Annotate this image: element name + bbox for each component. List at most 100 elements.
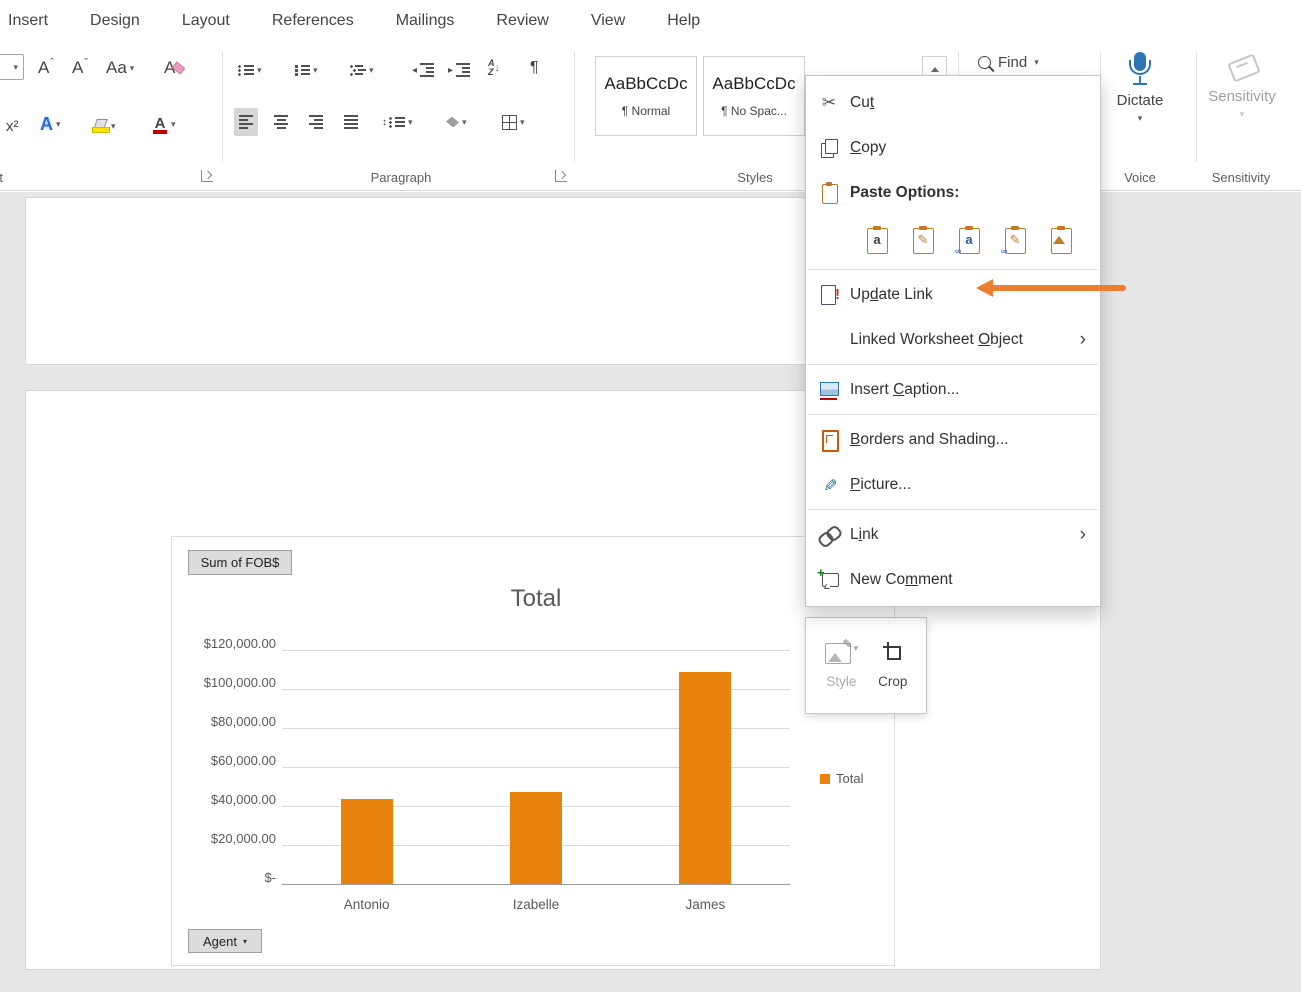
pivot-field-button[interactable]: Sum of FOB$ <box>188 550 292 575</box>
show-paragraph-marks-button[interactable]: ¶ <box>526 54 543 82</box>
style-card-normal[interactable]: AaBbCcDc ¶ Normal <box>595 56 697 136</box>
menu-separator <box>808 509 1098 510</box>
x-axis-line <box>282 884 790 885</box>
increase-indent-icon <box>455 63 471 77</box>
tab-mailings[interactable]: Mailings <box>375 0 476 42</box>
sensitivity-button[interactable]: Sensitivity ▾ <box>1204 52 1280 120</box>
paragraph-dialog-launcher[interactable] <box>555 170 567 182</box>
find-button[interactable]: Find ▾ <box>978 54 1039 71</box>
y-axis-tick-label: $40,000.00 <box>172 792 276 807</box>
decrease-indent-icon <box>419 63 435 77</box>
bar-james <box>679 672 731 884</box>
borders-button[interactable] <box>498 108 529 136</box>
pivot-axis-label: Agent <box>203 934 237 949</box>
font-dialog-launcher[interactable] <box>201 170 213 182</box>
menu-item-link[interactable]: Link <box>806 512 1100 557</box>
align-right-button[interactable] <box>304 108 328 136</box>
paste-option-keep-source-formatting[interactable]: a <box>862 224 892 258</box>
align-left-icon <box>238 115 254 129</box>
crop-button[interactable]: Crop <box>872 634 913 697</box>
menu-separator <box>808 364 1098 365</box>
paste-option-picture[interactable] <box>1046 224 1076 258</box>
linked-chart-object[interactable]: Sum of FOB$ Total $120,000.00$100,000.00… <box>171 536 895 966</box>
y-axis-tick-label: $80,000.00 <box>172 714 276 729</box>
tab-review[interactable]: Review <box>475 0 569 42</box>
borders-icon <box>818 429 840 451</box>
menu-item-label: Borders and Shading... <box>850 431 1009 449</box>
menu-item-cut[interactable]: Cut <box>806 80 1100 125</box>
multilevel-list-icon <box>350 63 366 77</box>
align-center-icon <box>273 115 289 129</box>
tab-references[interactable]: References <box>251 0 375 42</box>
change-case-button[interactable]: Aa <box>102 54 138 82</box>
bar-izabelle <box>510 792 562 884</box>
numbered-list-icon <box>294 63 310 77</box>
align-center-button[interactable] <box>269 108 293 136</box>
bar-antonio <box>341 799 393 884</box>
y-axis-tick-label: $20,000.00 <box>172 831 276 846</box>
paste-option-link-and-use-destination-styles[interactable]: ✎∞ <box>1000 224 1030 258</box>
menu-item-linked-worksheet-object[interactable]: Linked Worksheet Object <box>806 317 1100 362</box>
pivot-axis-button[interactable]: Agent▾ <box>188 929 262 953</box>
menu-item-picture[interactable]: Picture... <box>806 462 1100 507</box>
empty-icon <box>818 329 840 351</box>
shrink-font-button[interactable]: Aˇ <box>68 54 92 82</box>
menu-item-insert-caption[interactable]: Insert Caption... <box>806 367 1100 412</box>
menu-item-new-comment[interactable]: New Comment <box>806 557 1100 602</box>
text-effects-button[interactable]: A <box>36 110 65 138</box>
tab-help[interactable]: Help <box>646 0 721 42</box>
picture-pencil-icon <box>818 474 840 496</box>
style-card-no-spacing[interactable]: AaBbCcDc ¶ No Spac... <box>703 56 805 136</box>
highlight-color-button[interactable] <box>88 112 120 140</box>
menu-item-label: Cut <box>850 94 874 112</box>
menu-item-label: Insert Caption... <box>850 381 959 399</box>
x-axis: AntonioIzabelleJames <box>282 897 790 917</box>
document-area: Sum of FOB$ Total $120,000.00$100,000.00… <box>0 192 1301 992</box>
style-label: Style <box>826 674 856 689</box>
sensitivity-icon <box>1227 52 1257 84</box>
decrease-indent-button[interactable]: ◂ <box>408 56 439 84</box>
word-window: InsertDesignLayoutReferencesMailingsRevi… <box>0 0 1301 992</box>
menu-item-copy[interactable]: Copy <box>806 125 1100 170</box>
font-group-label: Font <box>0 170 3 185</box>
increase-indent-button[interactable]: ▸ <box>444 56 475 84</box>
font-size-combo[interactable] <box>0 54 24 80</box>
microphone-icon <box>1127 52 1153 88</box>
grow-font-glyph: A <box>38 58 49 78</box>
paste-option-merge-formatting[interactable]: ✎ <box>908 224 938 258</box>
align-left-button[interactable] <box>234 108 258 136</box>
line-spacing-icon <box>389 115 405 129</box>
align-right-icon <box>308 115 324 129</box>
legend-swatch <box>820 774 830 784</box>
menu-item-update-link[interactable]: Update Link <box>806 272 1100 317</box>
tab-layout[interactable]: Layout <box>161 0 251 42</box>
tab-view[interactable]: View <box>570 0 646 42</box>
tab-insert[interactable]: Insert <box>8 0 69 42</box>
bullets-button[interactable] <box>234 56 266 84</box>
clear-formatting-button[interactable]: A <box>160 54 179 82</box>
line-spacing-button[interactable]: ↕ <box>378 108 417 136</box>
plot-area <box>282 650 790 884</box>
shading-button[interactable] <box>442 108 471 136</box>
clipboard-icon <box>818 182 840 204</box>
style-button[interactable]: ▾ Style <box>819 635 865 697</box>
numbering-button[interactable] <box>290 56 322 84</box>
justify-button[interactable] <box>339 108 363 136</box>
dictate-button[interactable]: Dictate ▾ <box>1108 52 1172 124</box>
font-color-button[interactable]: A <box>148 110 180 138</box>
sort-button[interactable]: AZ↓ <box>484 54 506 82</box>
y-axis-tick-label: $60,000.00 <box>172 753 276 768</box>
grow-font-button[interactable]: Aˆ <box>34 54 58 82</box>
ribbon: Aˆ Aˇ Aa A x² A A Font ◂ ▸ AZ↓ ¶ ↕ Pa <box>0 42 1301 191</box>
superscript-button[interactable]: x² <box>2 112 23 140</box>
new-comment-icon <box>818 569 840 591</box>
tab-design[interactable]: Design <box>69 0 161 42</box>
menu-item-label: Linked Worksheet Object <box>850 331 1023 349</box>
voice-group-label: Voice <box>1124 170 1156 185</box>
x-axis-category-label: Izabelle <box>513 897 560 912</box>
picture-mini-toolbar: ▾ Style Crop <box>805 617 927 714</box>
menu-item-borders-and-shading[interactable]: Borders and Shading... <box>806 417 1100 462</box>
multilevel-list-button[interactable] <box>346 56 378 84</box>
paste-option-link-and-keep-source-formatting[interactable]: a∞ <box>954 224 984 258</box>
scissors-icon <box>818 92 840 114</box>
